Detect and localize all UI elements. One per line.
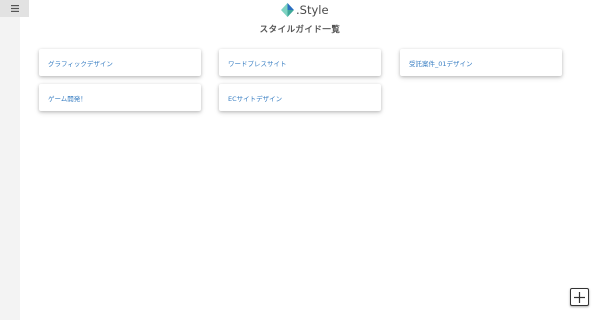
card-label: ゲーム開発！ xyxy=(48,94,87,103)
app-root: .Style スタイルガイド一覧 グラフィックデザイン ワードプレスサイト 受託… xyxy=(0,0,600,320)
style-guide-card-wordpress-site[interactable]: ワードプレスサイト xyxy=(219,49,381,76)
page-title: スタイルガイド一覧 xyxy=(259,25,341,35)
card-label: 受託案件_01デザイン xyxy=(409,59,473,68)
sidebar xyxy=(0,0,20,320)
app-logo[interactable]: .Style xyxy=(281,2,329,18)
style-guide-card-ec-site-design[interactable]: ECサイトデザイン xyxy=(219,84,381,111)
plus-icon xyxy=(574,291,585,303)
style-guide-card-graphic-design[interactable]: グラフィックデザイン xyxy=(39,49,201,76)
card-label: ワードプレスサイト xyxy=(228,59,287,68)
diamond-logo-icon xyxy=(281,3,294,17)
hamburger-menu-icon xyxy=(10,5,19,12)
style-guide-card-game-development[interactable]: ゲーム開発！ xyxy=(39,84,201,111)
card-label: ECサイトデザイン xyxy=(228,94,283,103)
style-guide-card-contract-project[interactable]: 受託案件_01デザイン xyxy=(400,49,562,76)
add-style-guide-button[interactable] xyxy=(570,288,589,306)
menu-button[interactable] xyxy=(0,0,29,17)
card-label: グラフィックデザイン xyxy=(48,59,113,68)
logo-text: .Style xyxy=(296,3,329,17)
